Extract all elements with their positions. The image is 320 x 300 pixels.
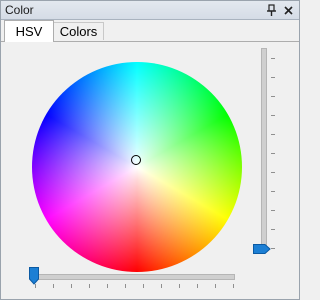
hue-slider-tick <box>89 284 90 288</box>
value-slider-tick <box>271 115 275 116</box>
value-slider-tick <box>271 229 275 230</box>
tab-colors-label: Colors <box>59 24 98 39</box>
value-slider-thumb[interactable] <box>253 241 271 254</box>
saturation-overlay <box>32 62 242 272</box>
hue-slider-tick <box>107 284 108 288</box>
hue-slider-tick <box>179 284 180 288</box>
hue-slider-tick <box>53 284 54 288</box>
color-picker-cursor[interactable] <box>131 155 141 165</box>
hue-slider-track <box>33 274 235 280</box>
hue-slider-tick <box>215 284 216 288</box>
value-slider-tick <box>271 77 275 78</box>
value-slider-tick <box>271 58 275 59</box>
value-slider-tick <box>271 210 275 211</box>
value-slider-tick <box>271 134 275 135</box>
tab-hsv-label: HSV <box>15 24 43 39</box>
hue-slider-tick <box>233 284 234 288</box>
value-slider-tick <box>271 191 275 192</box>
title-bar: Color <box>1 1 299 20</box>
value-slider[interactable] <box>253 48 283 260</box>
pin-icon[interactable] <box>265 2 279 18</box>
hue-slider-tick <box>125 284 126 288</box>
color-wheel[interactable] <box>32 62 242 272</box>
value-slider-tick <box>271 153 275 154</box>
hue-slider-tick <box>143 284 144 288</box>
tab-strip: HSV Colors <box>1 20 299 42</box>
hue-slider-tick <box>197 284 198 288</box>
value-slider-tick <box>271 248 275 249</box>
close-icon[interactable] <box>282 2 296 18</box>
value-slider-track <box>261 48 267 250</box>
window-title: Color <box>5 3 34 17</box>
hue-slider-tick <box>161 284 162 288</box>
hue-slider-thumb[interactable] <box>29 267 39 285</box>
color-panel: Color HSV Colors <box>0 0 300 300</box>
tab-hsv[interactable]: HSV <box>4 20 54 42</box>
hue-slider[interactable] <box>29 265 239 295</box>
value-slider-tick <box>271 96 275 97</box>
value-slider-tick <box>271 172 275 173</box>
hue-slider-tick <box>71 284 72 288</box>
tab-colors[interactable]: Colors <box>54 22 104 40</box>
